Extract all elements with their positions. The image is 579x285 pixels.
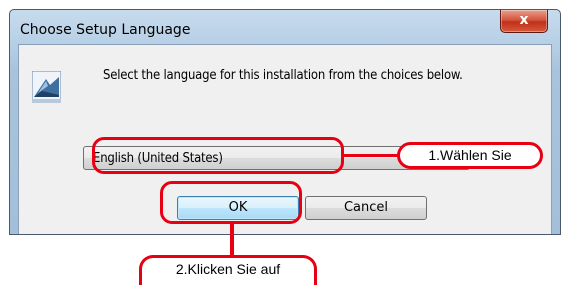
callout-step-1: 1.Wählen Sie: [397, 142, 543, 169]
title-bar[interactable]: Choose Setup Language x: [10, 10, 560, 48]
dialog-title: Choose Setup Language: [20, 22, 191, 38]
installer-icon: [32, 71, 61, 103]
prompt-text: Select the language for this installatio…: [103, 68, 463, 83]
cancel-button[interactable]: Cancel: [305, 196, 427, 220]
callout-1-connector: [343, 154, 399, 157]
highlight-ok-button: [160, 181, 302, 224]
callout-step-2-text: 2.Klicken Sie auf: [175, 261, 281, 277]
close-icon: x: [519, 12, 529, 28]
callout-step-1-text: 1.Wählen Sie: [428, 147, 512, 163]
highlight-language-select: [92, 137, 344, 174]
close-button[interactable]: x: [500, 10, 548, 33]
callout-2-connector: [230, 223, 234, 257]
